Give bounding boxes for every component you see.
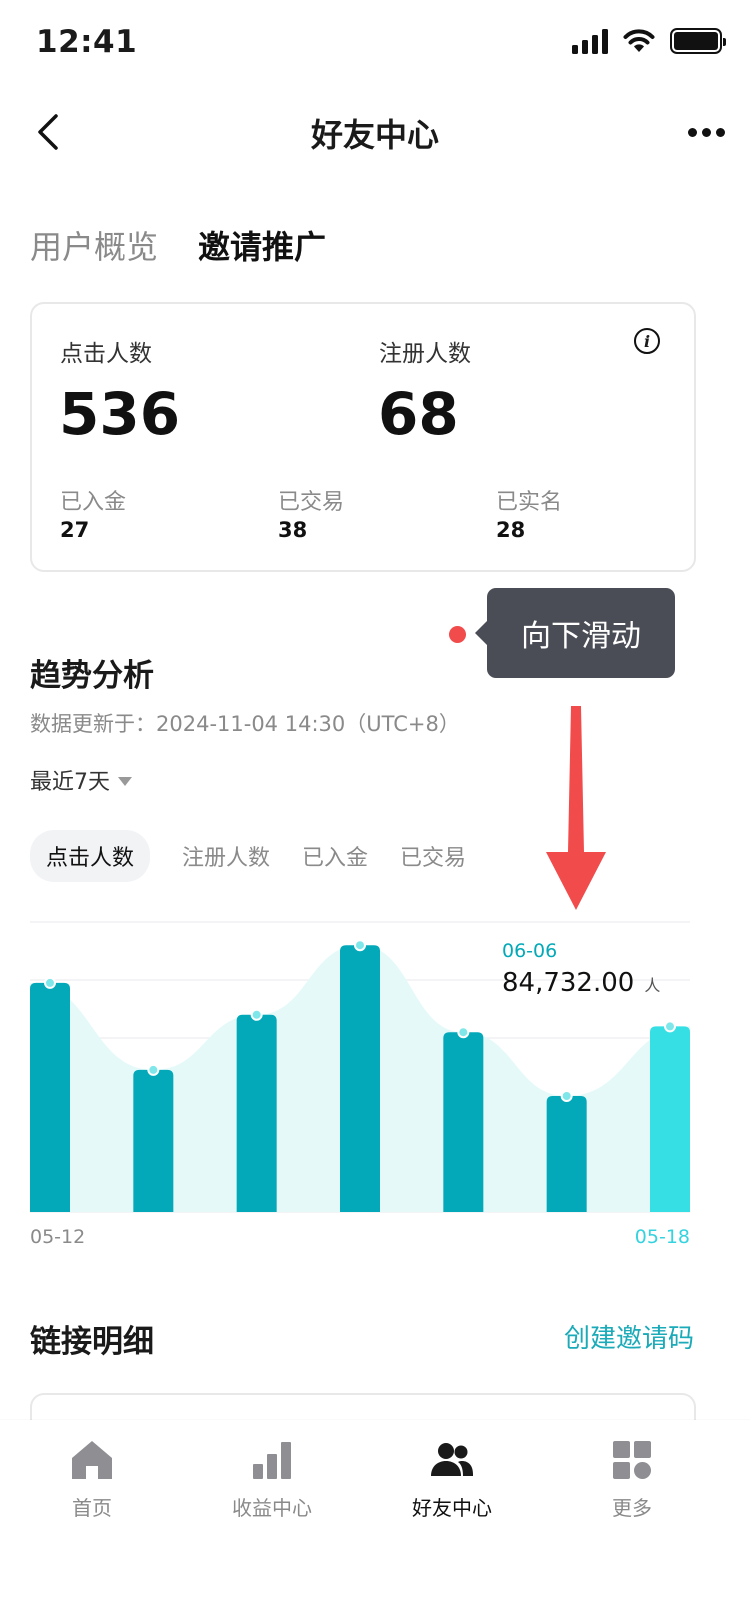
info-icon[interactable]: i	[634, 328, 660, 354]
chart-bar	[650, 1026, 690, 1212]
metric-tab-clicks[interactable]: 点击人数	[30, 830, 151, 882]
tab-invite-promotion[interactable]: 邀请推广	[198, 222, 326, 268]
bar-chart-icon	[253, 1442, 291, 1479]
create-invite-code-link[interactable]: 创建邀请码	[564, 1318, 694, 1355]
top-tabs: 用户概览 邀请推广	[30, 222, 326, 268]
chart-point	[354, 939, 366, 952]
traded-value: 38	[278, 518, 308, 542]
chart-point	[457, 1026, 470, 1039]
bottom-nav: 首页 收益中心 好友中心 更多	[0, 1420, 750, 1624]
metric-tab-registered[interactable]: 注册人数	[182, 840, 270, 872]
metric-tab-deposited[interactable]: 已入金	[302, 840, 368, 872]
chart-bar	[443, 1032, 484, 1212]
friends-icon	[431, 1443, 473, 1476]
chart-tip: 84,732.00 人	[502, 968, 660, 998]
page-title: 好友中心	[310, 116, 439, 154]
chart-tip-unit: 人	[644, 976, 661, 995]
chart-point	[560, 1090, 573, 1102]
status-time: 12:41	[36, 24, 138, 60]
bottom-nav-more-label: 更多	[612, 1496, 652, 1520]
chart-bar	[236, 1014, 277, 1212]
chart-bar	[133, 1069, 174, 1212]
signal-icon	[572, 28, 608, 54]
chart-bar	[546, 1096, 587, 1212]
bottom-nav-friends-label: 好友中心	[412, 1496, 492, 1520]
trend-title: 趋势分析	[30, 658, 154, 694]
range-dropdown[interactable]: 最近7天	[30, 764, 132, 796]
tooltip-dot	[449, 626, 466, 643]
chart-point	[44, 976, 56, 989]
metric-tabs: 点击人数 注册人数 已入金 已交易	[30, 830, 466, 882]
caret-down-icon	[118, 776, 132, 786]
deposited-label: 已入金	[60, 490, 127, 515]
update-time: 数据更新于：2024-11-04 14:30（UTC+8）	[30, 712, 460, 736]
status-icons	[572, 28, 726, 54]
bottom-nav-home[interactable]: 首页	[2, 1420, 182, 1624]
tab-user-overview[interactable]: 用户概览	[30, 222, 158, 268]
chart-point	[664, 1020, 676, 1033]
status-bar: 12:41	[0, 0, 750, 88]
x-axis-label-start: 05-12	[30, 1226, 86, 1248]
bottom-nav-more[interactable]: 更多	[542, 1420, 722, 1624]
link-detail-title: 链接明细	[30, 1324, 154, 1360]
bottom-nav-home-label: 首页	[72, 1496, 112, 1520]
nav-bar: 好友中心	[0, 88, 750, 176]
wifi-icon	[623, 29, 655, 52]
arrow-down-icon	[546, 706, 606, 910]
home-icon	[72, 1441, 112, 1479]
verified-value: 28	[496, 518, 526, 542]
more-dots-icon	[687, 127, 697, 137]
clicks-label: 点击人数	[60, 341, 152, 367]
registered-label: 注册人数	[379, 341, 471, 367]
range-dropdown-label: 最近7天	[30, 770, 110, 795]
chart-tip-value: 84,732.00	[502, 968, 635, 998]
chart-bar	[340, 945, 380, 1212]
trend-chart	[30, 921, 690, 1213]
battery-icon	[670, 28, 726, 54]
stats-card: 点击人数 536 注册人数 68 i 已入金 27 已交易 38 已实名 28	[30, 302, 696, 572]
bottom-nav-friends[interactable]: 好友中心	[362, 1420, 542, 1624]
chart-bar	[30, 982, 70, 1212]
bottom-nav-earnings-label: 收益中心	[232, 1496, 312, 1520]
chart-point	[147, 1063, 160, 1076]
bottom-nav-earnings[interactable]: 收益中心	[182, 1420, 362, 1624]
grid-icon	[613, 1441, 651, 1479]
more-button[interactable]	[682, 108, 730, 156]
chart-point	[250, 1008, 263, 1021]
metric-tab-traded[interactable]: 已交易	[400, 840, 466, 872]
x-axis-label-end: 05-18	[634, 1226, 690, 1248]
chart-tip-date: 06-06	[502, 940, 558, 962]
scroll-hint-tooltip: 向下滑动	[475, 588, 675, 678]
traded-label: 已交易	[278, 490, 345, 515]
registered-value: 68	[378, 380, 459, 448]
verified-label: 已实名	[496, 490, 563, 515]
clicks-value: 536	[59, 380, 181, 448]
deposited-value: 27	[60, 518, 90, 542]
